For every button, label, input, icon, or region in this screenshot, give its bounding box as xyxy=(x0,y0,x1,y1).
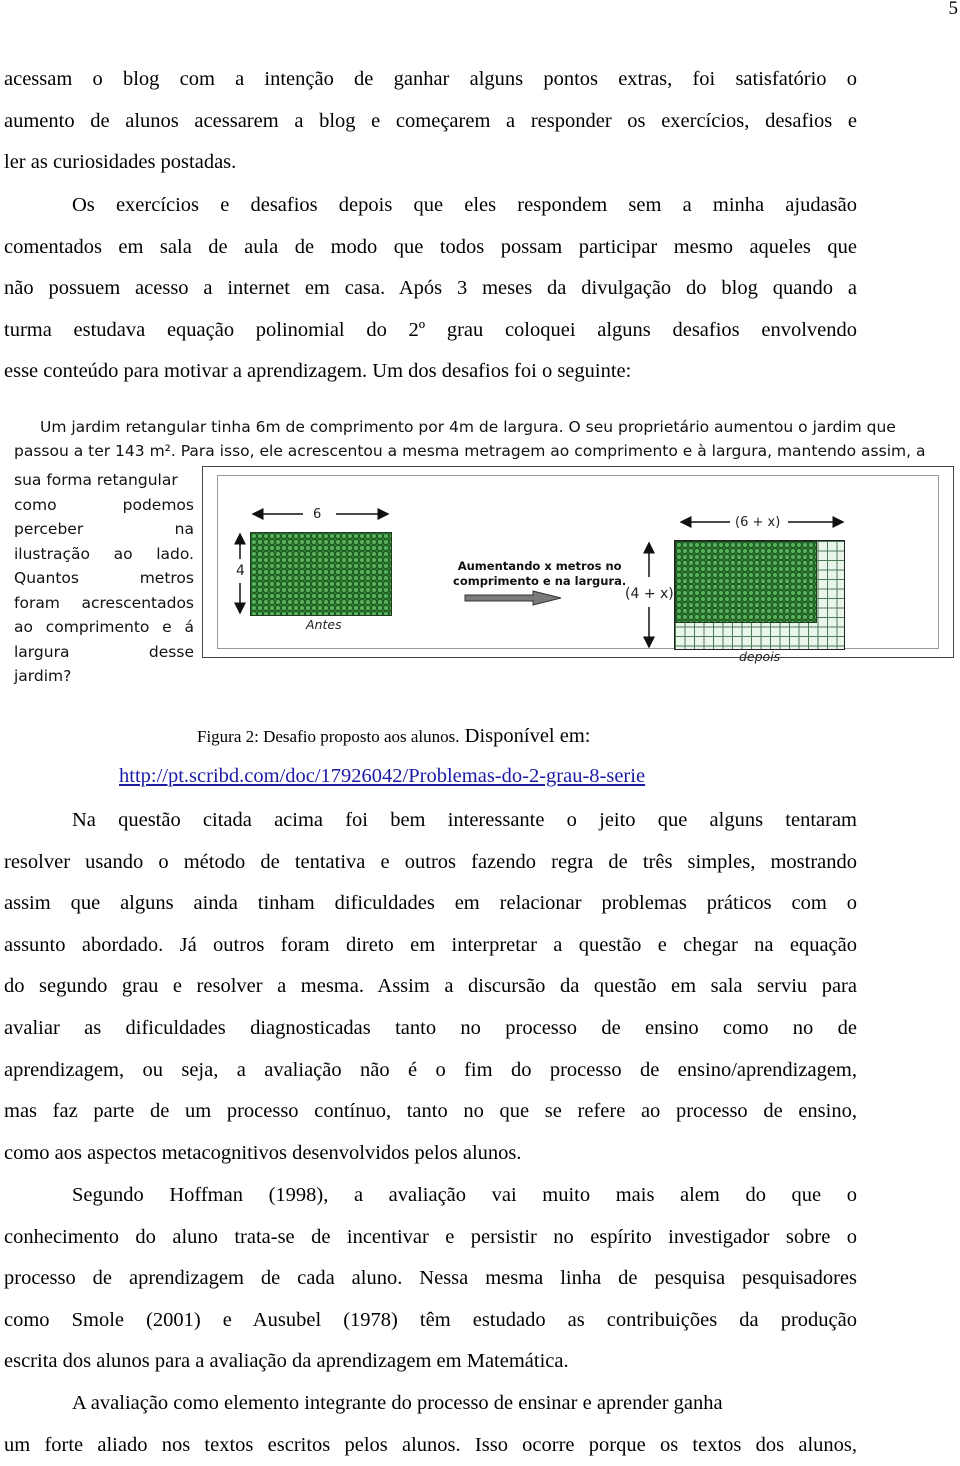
text-line: comentados em sala de aula de modo que t… xyxy=(4,235,857,258)
side-line: largura desse xyxy=(14,642,194,661)
paragraph-hoffman: Segundo Hoffman (1998), a avaliação vai … xyxy=(4,1175,857,1383)
side-line: foram acrescentados xyxy=(14,593,194,612)
text-line: como aos aspectos metacognitivos desenvo… xyxy=(4,1141,522,1164)
problem-statement-line: Um jardim retangular tinha 6m de comprim… xyxy=(40,418,896,436)
problem-statement-line: passou a ter 143 m². Para isso, ele acre… xyxy=(14,442,926,460)
dimension-arrows xyxy=(234,508,845,649)
text-line: assunto abordado. Já outros foram direto… xyxy=(4,933,857,956)
text-line: Os exercícios e desafios depois que eles… xyxy=(72,194,857,216)
text-line: mas faz parte de um processo contínuo, t… xyxy=(4,1100,857,1123)
figure-caption-text: Figura 2: Desafio proposto aos alunos. xyxy=(197,727,460,746)
side-line: Quantos metros xyxy=(14,569,194,587)
paragraph-blog-access: acessam o blog com a intenção de ganhar … xyxy=(4,59,857,184)
text-line: avaliar as dificuldades diagnosticadas t… xyxy=(4,1016,857,1039)
side-line: como podemos xyxy=(14,495,194,514)
text-line: não possuem acesso a internet em casa. A… xyxy=(4,277,857,300)
text-line: aumento de alunos acessarem a blog e com… xyxy=(4,109,857,132)
text-line: conhecimento do aluno trata-se de incent… xyxy=(4,1225,857,1248)
text-line: um forte aliado nos textos escritos pelo… xyxy=(4,1433,857,1456)
source-link[interactable]: http://pt.scribd.com/doc/17926042/Proble… xyxy=(119,765,645,788)
text-line: processo de aprendizagem de cada aluno. … xyxy=(4,1267,857,1290)
side-line: ao comprimento e á xyxy=(14,618,194,636)
text-line: Segundo Hoffman (1998), a avaliação vai … xyxy=(72,1184,857,1206)
text-line: esse conteúdo para motivar a aprendizage… xyxy=(4,360,632,383)
figure-caption: Figura 2: Desafio proposto aos alunos. D… xyxy=(197,725,591,748)
text-line: escrita dos alunos para a avaliação da a… xyxy=(4,1350,569,1373)
big-arrow-right-icon xyxy=(464,590,562,606)
paragraph-question-discussion: Na questão citada acima foi bem interess… xyxy=(4,800,857,1174)
text-line: aprendizagem, ou seja, a avaliação não é… xyxy=(4,1058,857,1081)
text-line: como Smole (2001) e Ausubel (1978) têm e… xyxy=(4,1308,857,1331)
text-line: ler as curiosidades postadas. xyxy=(4,151,237,174)
text-line: resolver usando o método de tentativa e … xyxy=(4,850,857,873)
text-line: do segundo grau e resolver a mesma. Assi… xyxy=(4,975,857,998)
illustration-frame: 6 4 Antes Aumentando x metros no comprim… xyxy=(202,466,954,664)
figure-caption-available: Disponível em: xyxy=(459,725,591,747)
side-line: ilustração ao lado. xyxy=(14,544,194,563)
paragraph-evaluation: A avaliação como elemento integrante do … xyxy=(4,1383,857,1466)
text-line: A avaliação como elemento integrante do … xyxy=(72,1392,723,1414)
text-line: turma estudava equação polinomial do 2º … xyxy=(4,318,857,341)
text-line: acessam o blog com a intenção de ganhar … xyxy=(4,68,857,90)
page-number: 5 xyxy=(948,0,959,19)
figure-garden-challenge: Um jardim retangular tinha 6m de comprim… xyxy=(10,414,960,696)
side-line: jardim? xyxy=(14,667,72,685)
side-line: sua forma retangular xyxy=(14,471,178,489)
problem-side-text: sua forma retangular como podemos perceb… xyxy=(14,468,194,689)
text-line: assim que alguns ainda tinham dificuldad… xyxy=(4,892,857,915)
side-line: perceber na xyxy=(14,520,194,538)
text-line: Na questão citada acima foi bem interess… xyxy=(72,809,857,831)
paragraph-exercises: Os exercícios e desafios depois que eles… xyxy=(4,185,857,393)
